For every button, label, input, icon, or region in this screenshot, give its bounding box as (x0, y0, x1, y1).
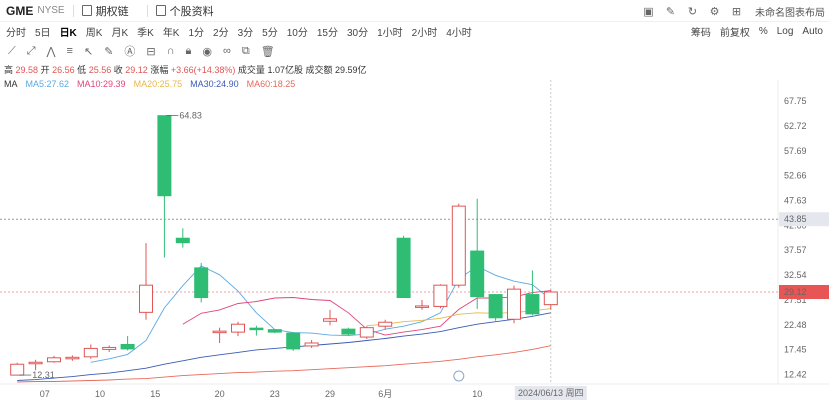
candle-body (175, 237, 190, 244)
candle-body (378, 321, 393, 327)
y-tick-label: 22.48 (784, 320, 807, 330)
candle-body (507, 288, 521, 320)
candle-body (157, 115, 172, 197)
ma-line-ma30 (17, 312, 551, 381)
y-tick-label: 57.69 (784, 146, 807, 156)
y-tick-label: 37.57 (784, 245, 807, 255)
candle-body (249, 327, 264, 331)
x-tick-label: 07 (40, 389, 50, 399)
candle-body (267, 329, 282, 333)
ma-line-ma20 (366, 308, 551, 327)
candle-body (323, 318, 337, 322)
candle-body (47, 357, 61, 363)
earnings-marker-icon (453, 370, 465, 382)
candle-body (194, 267, 209, 299)
candle-body (212, 330, 227, 334)
x-tick-label: 29 (325, 389, 335, 399)
candle-body (28, 361, 43, 365)
crosshair-date-label: 2024/06/13 周四 (518, 388, 584, 398)
candle-body (102, 346, 117, 350)
candle-body (359, 327, 374, 338)
candle-body (525, 294, 540, 315)
y-tick-label: 32.54 (784, 270, 807, 280)
y-tick-label: 62.72 (784, 121, 807, 131)
x-tick-label: 10 (95, 389, 105, 399)
candle-body (451, 205, 466, 286)
x-tick-label: 10 (472, 389, 482, 399)
x-tick-label: 23 (270, 389, 280, 399)
candle-body (304, 342, 319, 347)
candlestick-chart[interactable]: 67.7562.7257.6952.6647.6342.6037.5732.54… (0, 0, 829, 403)
candle-body (139, 284, 153, 313)
x-tick-label: 6月 (378, 389, 392, 399)
candle-body (65, 356, 80, 360)
candle-body (341, 328, 356, 335)
y-tick-label: 12.42 (784, 370, 807, 380)
candle-body (488, 294, 503, 319)
candle-body (433, 284, 448, 307)
y-tick-label: 17.45 (784, 345, 807, 355)
candle-body (286, 332, 301, 350)
x-tick-label: 20 (215, 389, 225, 399)
candle-body (543, 291, 558, 306)
x-tick-label: 15 (150, 389, 160, 399)
y-tick-label: 67.75 (784, 96, 807, 106)
candle-body (10, 363, 25, 376)
candle-body (231, 323, 245, 333)
candle-body (83, 347, 98, 358)
y-tick-label: 47.63 (784, 196, 807, 206)
candle-body (120, 343, 135, 350)
y-tick-label: 52.66 (784, 171, 807, 181)
crosshair-price-label: 43.85 (784, 214, 807, 224)
high-marker-label: 64.83 (179, 111, 202, 121)
last-price-label: 29.12 (784, 287, 807, 297)
candle-body (396, 237, 411, 299)
candle-body (415, 305, 429, 308)
candle-body (470, 250, 485, 298)
low-marker-label: 12.31 (32, 370, 55, 380)
